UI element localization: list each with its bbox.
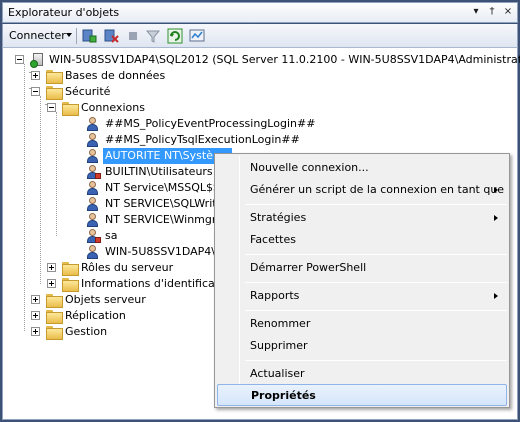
tree-node-logins[interactable]: Connexions — [47, 100, 247, 116]
menu-item-reports[interactable]: Rapports — [217, 285, 507, 307]
tree-node-credentials[interactable]: Informations d'identification — [47, 276, 215, 292]
tree-node-server[interactable]: WIN-5U8SSV1DAP4\SQL2012 (SQL Server 11.0… — [15, 52, 520, 68]
server-label: WIN-5U8SSV1DAP4\SQL2012 (SQL Server 11.0… — [49, 53, 520, 66]
login-item[interactable]: WIN-5U8SSV1DAP4\Ac — [85, 244, 217, 260]
login-item[interactable]: NT Service\MSSQL$SQL — [85, 180, 217, 196]
login-user-icon — [85, 180, 101, 196]
window-title: Explorateur d'objets — [8, 6, 120, 19]
collapse-icon[interactable] — [15, 55, 24, 64]
collapse-icon[interactable] — [47, 103, 56, 112]
login-item[interactable]: ##MS_PolicyTsqlExecutionLogin## — [85, 132, 345, 148]
submenu-arrow-icon — [494, 215, 498, 221]
tree-node-replication[interactable]: Réplication — [31, 308, 215, 324]
collapse-icon[interactable] — [31, 87, 40, 96]
tree-line — [40, 96, 41, 284]
connect-object-explorer-icon[interactable] — [81, 28, 97, 44]
expand-icon[interactable] — [31, 327, 40, 336]
login-user-icon — [85, 212, 101, 228]
title-bar: Explorateur d'objets ▾ † × — [2, 2, 518, 23]
login-user-icon — [85, 116, 101, 132]
expand-icon[interactable] — [47, 279, 56, 288]
menu-item-rename[interactable]: Renommer — [217, 313, 507, 335]
login-item[interactable]: NT SERVICE\SQLWriter — [85, 196, 217, 212]
close-icon[interactable]: × — [501, 5, 515, 19]
submenu-arrow-icon — [494, 187, 498, 193]
expand-icon[interactable] — [31, 71, 40, 80]
security-label: Sécurité — [65, 85, 111, 98]
tree-node-server-objects[interactable]: Objets serveur — [31, 292, 215, 308]
tree-line — [56, 112, 57, 236]
menu-separator — [245, 282, 507, 283]
folder-icon — [62, 278, 79, 292]
server-icon — [30, 52, 46, 68]
folder-icon — [46, 294, 63, 308]
login-user-icon — [85, 132, 101, 148]
expand-icon[interactable] — [31, 295, 40, 304]
tree-line — [24, 64, 25, 331]
filter-icon[interactable] — [145, 28, 161, 44]
expand-icon[interactable] — [47, 263, 56, 272]
login-item[interactable]: BUILTIN\Utilisateurs — [85, 164, 225, 180]
menu-item-facets[interactable]: Facettes — [217, 229, 507, 251]
refresh-icon[interactable] — [167, 28, 183, 44]
stop-icon[interactable] — [125, 28, 141, 44]
toolbar: Connecter — [2, 24, 518, 48]
login-user-icon — [85, 244, 101, 260]
menu-item-delete[interactable]: Supprimer — [217, 335, 507, 357]
menu-item-refresh[interactable]: Actualiser — [217, 363, 507, 385]
tree-node-server-roles[interactable]: Rôles du serveur — [47, 260, 215, 276]
context-menu: Nouvelle connexion... Générer un script … — [214, 153, 510, 408]
folder-icon — [46, 310, 63, 324]
login-user-icon — [85, 148, 101, 164]
toolbar-separator — [76, 28, 77, 44]
logins-label: Connexions — [81, 101, 145, 114]
folder-icon — [62, 102, 79, 116]
databases-label: Bases de données — [65, 69, 166, 82]
login-group-icon — [85, 164, 101, 180]
menu-separator — [245, 254, 507, 255]
menu-separator — [245, 360, 507, 361]
login-item[interactable]: ##MS_PolicyEventProcessingLogin## — [85, 116, 345, 132]
tree-node-databases[interactable]: Bases de données — [31, 68, 231, 84]
tree-node-security[interactable]: Sécurité — [31, 84, 231, 100]
login-item[interactable]: NT SERVICE\Winmgmt — [85, 212, 217, 228]
expand-icon[interactable] — [31, 311, 40, 320]
menu-separator — [245, 310, 507, 311]
menu-item-new-login[interactable]: Nouvelle connexion... — [217, 157, 507, 179]
tree-node-management[interactable]: Gestion — [31, 324, 215, 340]
folder-icon — [46, 326, 63, 340]
menu-separator — [245, 204, 507, 205]
connect-dropdown-icon[interactable] — [66, 33, 72, 37]
menu-item-script-login-as[interactable]: Générer un script de la connexion en tan… — [217, 179, 507, 201]
object-explorer-window: Explorateur d'objets ▾ † × Connecter WIN… — [0, 0, 520, 422]
auto-hide-pin-icon[interactable]: † — [485, 5, 499, 19]
connect-button[interactable]: Connecter — [9, 29, 66, 42]
menu-item-properties[interactable]: Propriétés — [217, 384, 507, 406]
activity-monitor-icon[interactable] — [189, 28, 205, 44]
folder-icon — [46, 86, 63, 100]
folder-icon — [46, 70, 63, 84]
login-user-icon — [85, 228, 101, 244]
menu-item-policies[interactable]: Stratégies — [217, 207, 507, 229]
login-user-icon — [85, 196, 101, 212]
menu-item-start-powershell[interactable]: Démarrer PowerShell — [217, 257, 507, 279]
window-position-icon[interactable]: ▾ — [469, 5, 483, 19]
folder-icon — [62, 262, 79, 276]
disconnect-icon[interactable] — [103, 28, 119, 44]
submenu-arrow-icon — [494, 293, 498, 299]
login-item[interactable]: sa — [85, 228, 217, 244]
